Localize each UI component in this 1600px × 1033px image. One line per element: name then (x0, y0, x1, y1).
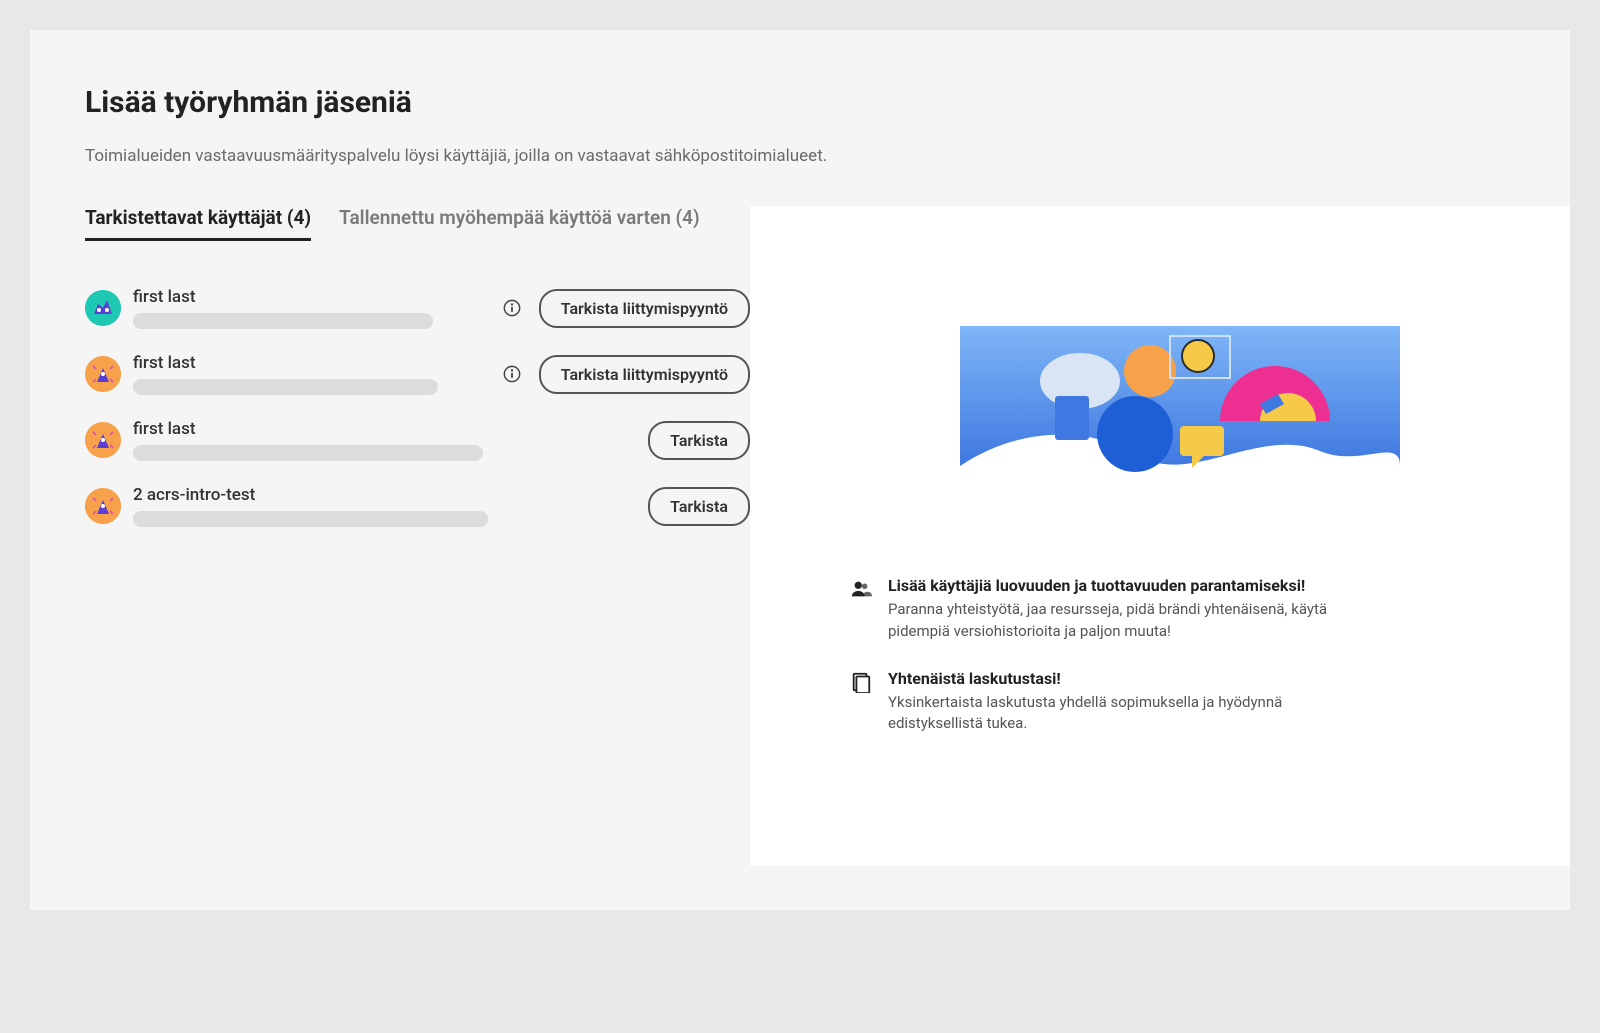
review-button[interactable]: Tarkista (648, 487, 750, 526)
redacted-email (133, 511, 488, 527)
left-column: Tarkistettavat käyttäjät (4) Tallennettu… (30, 206, 750, 866)
user-text: first last (133, 353, 491, 395)
review-button[interactable]: Tarkista (648, 421, 750, 460)
feature-item: Lisää käyttäjiä luovuuden ja tuottavuude… (850, 576, 1350, 643)
user-row: 2 acrs-intro-test Tarkista (85, 475, 750, 541)
feature-item: Yhtenäistä laskutustasi! Yksinkertaista l… (850, 669, 1350, 736)
user-text: 2 acrs-intro-test (133, 485, 636, 527)
redacted-email (133, 379, 438, 395)
avatar (85, 356, 121, 392)
redacted-email (133, 445, 483, 461)
feature-body: Yksinkertaista laskutusta yhdellä sopimu… (888, 692, 1350, 736)
avatar (85, 290, 121, 326)
user-row: first last Tarkista (85, 409, 750, 475)
user-name: first last (133, 353, 491, 373)
page-subtitle: Toimialueiden vastaavuusmäärityspalvelu … (85, 146, 1510, 166)
feature-title: Yhtenäistä laskutustasi! (888, 669, 1350, 688)
header-block: Lisää työryhmän jäseniä Toimialueiden va… (30, 85, 1570, 206)
tab-saved-for-later[interactable]: Tallennettu myöhempää käyttöä varten (4) (339, 206, 700, 241)
content-row: Tarkistettavat käyttäjät (4) Tallennettu… (30, 206, 1570, 866)
feature-text: Yhtenäistä laskutustasi! Yksinkertaista l… (888, 669, 1350, 736)
user-name: first last (133, 419, 636, 439)
user-row: first last Tarkista liittymispyyntö (85, 343, 750, 409)
avatar (85, 488, 121, 524)
feature-title: Lisää käyttäjiä luovuuden ja tuottavuude… (888, 576, 1350, 595)
user-row: first last Tarkista liittymispyyntö (85, 277, 750, 343)
user-text: first last (133, 287, 491, 329)
right-column: Lisää käyttäjiä luovuuden ja tuottavuude… (750, 206, 1570, 866)
user-name: 2 acrs-intro-test (133, 485, 636, 505)
page-title: Lisää työryhmän jäseniä (85, 85, 1510, 120)
info-icon[interactable] (503, 365, 521, 383)
user-name: first last (133, 287, 491, 307)
review-join-request-button[interactable]: Tarkista liittymispyyntö (539, 289, 750, 328)
info-icon[interactable] (503, 299, 521, 317)
tabs: Tarkistettavat käyttäjät (4) Tallennettu… (85, 206, 750, 241)
add-team-members-card: Lisää työryhmän jäseniä Toimialueiden va… (30, 30, 1570, 910)
users-icon (850, 578, 872, 600)
promo-illustration (960, 326, 1400, 506)
user-text: first last (133, 419, 636, 461)
feature-text: Lisää käyttäjiä luovuuden ja tuottavuude… (888, 576, 1350, 643)
document-icon (850, 671, 872, 693)
review-join-request-button[interactable]: Tarkista liittymispyyntö (539, 355, 750, 394)
redacted-email (133, 313, 433, 329)
avatar (85, 422, 121, 458)
user-list: first lastTarkista liittymispyyntöfirst … (85, 277, 750, 541)
feature-list: Lisää käyttäjiä luovuuden ja tuottavuude… (850, 576, 1510, 735)
tab-review-users[interactable]: Tarkistettavat käyttäjät (4) (85, 206, 311, 241)
feature-body: Paranna yhteistyötä, jaa resursseja, pid… (888, 599, 1350, 643)
